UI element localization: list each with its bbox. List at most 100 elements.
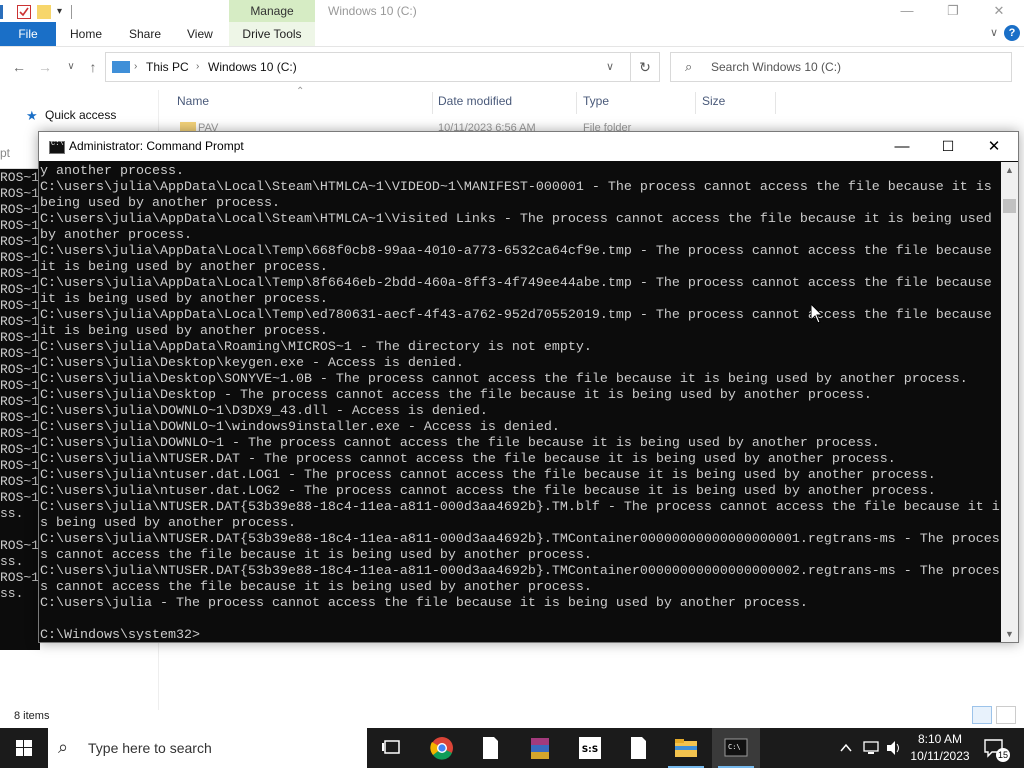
vertical-scrollbar[interactable]: ▲ ▼ bbox=[1001, 162, 1018, 642]
taskbar-search-placeholder: Type here to search bbox=[88, 740, 212, 756]
background-console-line: ROS~1 bbox=[0, 410, 40, 425]
notification-count-badge: 15 bbox=[996, 748, 1010, 762]
explorer-titlebar: ▾ Manage Windows 10 (C:) — ❐ ✕ bbox=[0, 0, 1024, 22]
background-window-titlebar[interactable]: pt bbox=[0, 138, 40, 169]
console-line: C:\users\julia\AppData\Local\Steam\HTMLC… bbox=[40, 180, 992, 195]
column-header-date[interactable]: Date modified bbox=[438, 94, 512, 110]
svg-text:C:\: C:\ bbox=[728, 743, 741, 751]
breadcrumb-chevron-icon[interactable]: › bbox=[134, 53, 137, 81]
search-icon: ⌕ bbox=[58, 737, 69, 757]
address-dropdown-icon[interactable]: ∨ bbox=[606, 53, 614, 81]
console-output[interactable]: y another process. C:\users\julia\AppData… bbox=[39, 162, 1001, 640]
winrar-icon[interactable] bbox=[516, 728, 564, 768]
sas-icon[interactable]: S:S bbox=[566, 728, 614, 768]
console-line: C:\users\julia\Desktop\keygen.exe - Acce… bbox=[40, 356, 464, 371]
minimize-icon[interactable]: — bbox=[879, 132, 925, 161]
column-header-type[interactable]: Type bbox=[583, 94, 609, 110]
file-explorer-icon[interactable] bbox=[662, 728, 710, 768]
command-prompt-taskbar-icon[interactable]: C:\ bbox=[712, 728, 760, 768]
checkmark-icon[interactable] bbox=[17, 5, 31, 19]
back-arrow-icon[interactable]: ← bbox=[10, 58, 28, 76]
refresh-icon[interactable]: ↻ bbox=[630, 52, 660, 82]
address-bar[interactable]: › This PC › Windows 10 (C:) ∨ bbox=[105, 52, 631, 82]
console-line: C:\users\julia - The process cannot acce… bbox=[40, 596, 808, 611]
console-line: C:\users\julia\NTUSER.DAT{53b39e88-18c4-… bbox=[40, 500, 1000, 515]
column-divider[interactable] bbox=[695, 92, 696, 114]
background-console-line: ROS~1 bbox=[0, 250, 40, 265]
scroll-down-icon[interactable]: ▼ bbox=[1001, 626, 1018, 642]
cmd-titlebar[interactable]: Administrator: Command Prompt — ☐ ✕ bbox=[39, 132, 1018, 161]
svg-text:S:S: S:S bbox=[582, 745, 599, 755]
tab-view[interactable]: View bbox=[187, 22, 213, 46]
console-line: C:\users\julia\NTUSER.DAT - The process … bbox=[40, 452, 896, 467]
console-line: C:\users\julia\AppData\Local\Temp\668f0c… bbox=[40, 244, 992, 259]
expand-ribbon-icon[interactable]: ∨ bbox=[990, 26, 998, 39]
breadcrumb-this-pc[interactable]: This PC bbox=[146, 53, 189, 81]
console-line: C:\users\julia\AppData\Local\Steam\HTMLC… bbox=[40, 212, 992, 227]
console-line: s cannot access the file because it is b… bbox=[40, 580, 592, 595]
tab-manage[interactable]: Manage bbox=[229, 0, 315, 22]
command-prompt-window[interactable]: Administrator: Command Prompt — ☐ ✕ y an… bbox=[38, 131, 1019, 643]
close-icon[interactable]: ✕ bbox=[971, 132, 1017, 161]
document-icon[interactable] bbox=[614, 728, 662, 768]
start-button[interactable] bbox=[0, 728, 48, 768]
column-header-name[interactable]: Name bbox=[177, 94, 209, 110]
windows-logo-icon bbox=[16, 740, 32, 756]
restore-icon[interactable]: ❐ bbox=[930, 0, 976, 22]
console-line: C:\users\julia\AppData\Local\Temp\ed7806… bbox=[40, 308, 992, 323]
window-title: Windows 10 (C:) bbox=[328, 4, 417, 18]
background-console-line: ROS~1 bbox=[0, 234, 40, 249]
breadcrumb-drive[interactable]: Windows 10 (C:) bbox=[208, 53, 297, 81]
console-line: it is being used by another process. bbox=[40, 260, 328, 275]
clock-time: 8:10 AM bbox=[917, 732, 963, 746]
network-icon[interactable] bbox=[860, 728, 882, 768]
tab-file[interactable]: File bbox=[0, 22, 56, 46]
volume-icon[interactable] bbox=[884, 728, 904, 768]
details-view-icon[interactable] bbox=[972, 706, 992, 724]
scrollbar-thumb[interactable] bbox=[1003, 199, 1016, 213]
new-folder-icon[interactable] bbox=[37, 5, 51, 19]
customize-toolbar-icon[interactable]: ▾ bbox=[57, 5, 65, 19]
column-divider[interactable] bbox=[432, 92, 433, 114]
console-icon bbox=[49, 140, 65, 154]
column-divider[interactable] bbox=[775, 92, 776, 114]
recent-locations-icon[interactable]: ∨ bbox=[62, 58, 80, 76]
background-console-line: ss. bbox=[0, 586, 24, 601]
background-console-line: ss. bbox=[0, 554, 24, 569]
console-line: it is being used by another process. bbox=[40, 324, 328, 339]
task-view-icon[interactable] bbox=[368, 728, 416, 768]
up-arrow-icon[interactable]: ↑ bbox=[84, 58, 102, 76]
taskbar-search-box[interactable]: ⌕ Type here to search bbox=[48, 728, 367, 768]
search-icon: ⌕ bbox=[685, 59, 693, 74]
column-header-size[interactable]: Size bbox=[702, 94, 725, 110]
search-box[interactable]: ⌕ Search Windows 10 (C:) bbox=[670, 52, 1012, 82]
console-line: C:\users\julia\NTUSER.DAT{53b39e88-18c4-… bbox=[40, 564, 1000, 579]
tab-share[interactable]: Share bbox=[129, 22, 161, 46]
tab-home[interactable]: Home bbox=[70, 22, 102, 46]
background-console-line: ROS~1 bbox=[0, 170, 40, 185]
console-line: y another process. bbox=[40, 164, 184, 179]
forward-arrow-icon[interactable]: → bbox=[36, 58, 54, 76]
show-hidden-icons-icon[interactable] bbox=[836, 728, 856, 768]
system-clock[interactable]: 8:10 AM 10/11/2023 bbox=[905, 731, 975, 765]
maximize-icon[interactable]: ☐ bbox=[925, 132, 971, 161]
nav-quick-access[interactable]: Quick access bbox=[45, 108, 116, 122]
properties-icon[interactable] bbox=[0, 5, 11, 19]
large-icons-view-icon[interactable] bbox=[996, 706, 1016, 724]
console-line: s cannot access the file because it is b… bbox=[40, 548, 592, 563]
console-line: C:\users\julia\ntuser.dat.LOG1 - The pro… bbox=[40, 468, 936, 483]
breadcrumb-chevron-icon[interactable]: › bbox=[196, 53, 199, 81]
column-divider[interactable] bbox=[576, 92, 577, 114]
clock-date: 10/11/2023 bbox=[910, 749, 970, 763]
close-icon[interactable]: ✕ bbox=[976, 0, 1022, 22]
document-icon[interactable] bbox=[466, 728, 514, 768]
help-icon[interactable]: ? bbox=[1004, 25, 1020, 41]
scroll-up-icon[interactable]: ▲ bbox=[1001, 162, 1018, 178]
minimize-icon[interactable]: — bbox=[884, 0, 930, 22]
console-line: C:\users\julia\NTUSER.DAT{53b39e88-18c4-… bbox=[40, 532, 1000, 547]
chrome-icon[interactable] bbox=[418, 728, 466, 768]
background-console-line: ROS~1 bbox=[0, 474, 40, 489]
background-console-line: ROS~1 bbox=[0, 298, 40, 313]
background-console-line: ss. bbox=[0, 506, 24, 521]
tab-drive-tools[interactable]: Drive Tools bbox=[229, 22, 315, 46]
